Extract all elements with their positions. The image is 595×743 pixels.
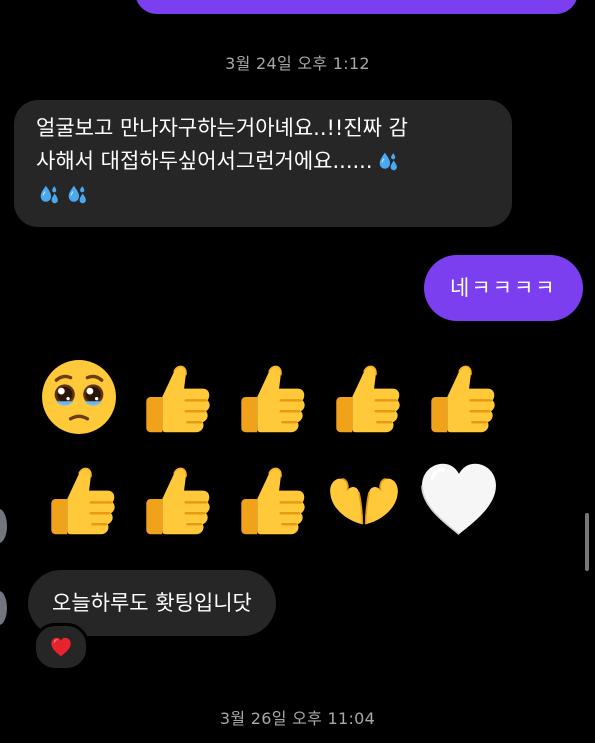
thumbs-up-icon [317, 350, 410, 443]
previous-outgoing-message-bubble[interactable] [135, 0, 578, 14]
scrollbar-thumb[interactable] [585, 513, 589, 571]
outgoing-message-bubble[interactable]: 네ㅋㅋㅋㅋ [424, 255, 583, 321]
thumbs-up-icon [222, 350, 315, 443]
timestamp-march-26: 3월 26일 오후 11:04 [219, 709, 376, 728]
thumbs-up-icon [32, 452, 125, 545]
emoji-message-row-2[interactable] [32, 452, 505, 545]
heart-hands-icon [317, 452, 410, 545]
thumbs-up-icon [222, 452, 315, 545]
outgoing-message-text: 네ㅋㅋㅋㅋ [450, 275, 557, 300]
message-reaction-badge[interactable] [33, 623, 89, 671]
sender-avatar[interactable] [0, 509, 7, 543]
incoming-message-line-3 [36, 178, 506, 211]
emoji-message-row-1[interactable] [32, 350, 505, 443]
incoming-message-line-2-text: 사해서 대접하두싶어서그런거에요...... [36, 149, 373, 173]
sweat-droplets-icon [36, 182, 62, 208]
incoming-message-line-1: 얼굴보고 만나자구하는거아녜요..!!진짜 감 [36, 116, 408, 140]
sweat-droplets-icon [375, 149, 401, 175]
red-heart-icon [50, 636, 72, 658]
thumbs-up-icon [127, 452, 220, 545]
incoming-message-bubble[interactable]: 얼굴보고 만나자구하는거아녜요..!!진짜 감 사해서 대접하두싶어서그런거에요… [14, 100, 512, 227]
timestamp-march-24: 3월 24일 오후 1:12 [225, 54, 370, 73]
sweat-droplets-icon [64, 182, 90, 208]
thumbs-up-icon [127, 350, 220, 443]
pleading-face-icon [32, 350, 125, 443]
sender-avatar[interactable] [0, 591, 7, 625]
incoming-message-line-2: 사해서 대접하두싶어서그런거에요...... [36, 145, 506, 178]
thumbs-up-icon [412, 350, 505, 443]
incoming-message-text: 오늘하루도 홧팅입니닷 [52, 590, 252, 615]
white-heart-icon [412, 452, 505, 545]
